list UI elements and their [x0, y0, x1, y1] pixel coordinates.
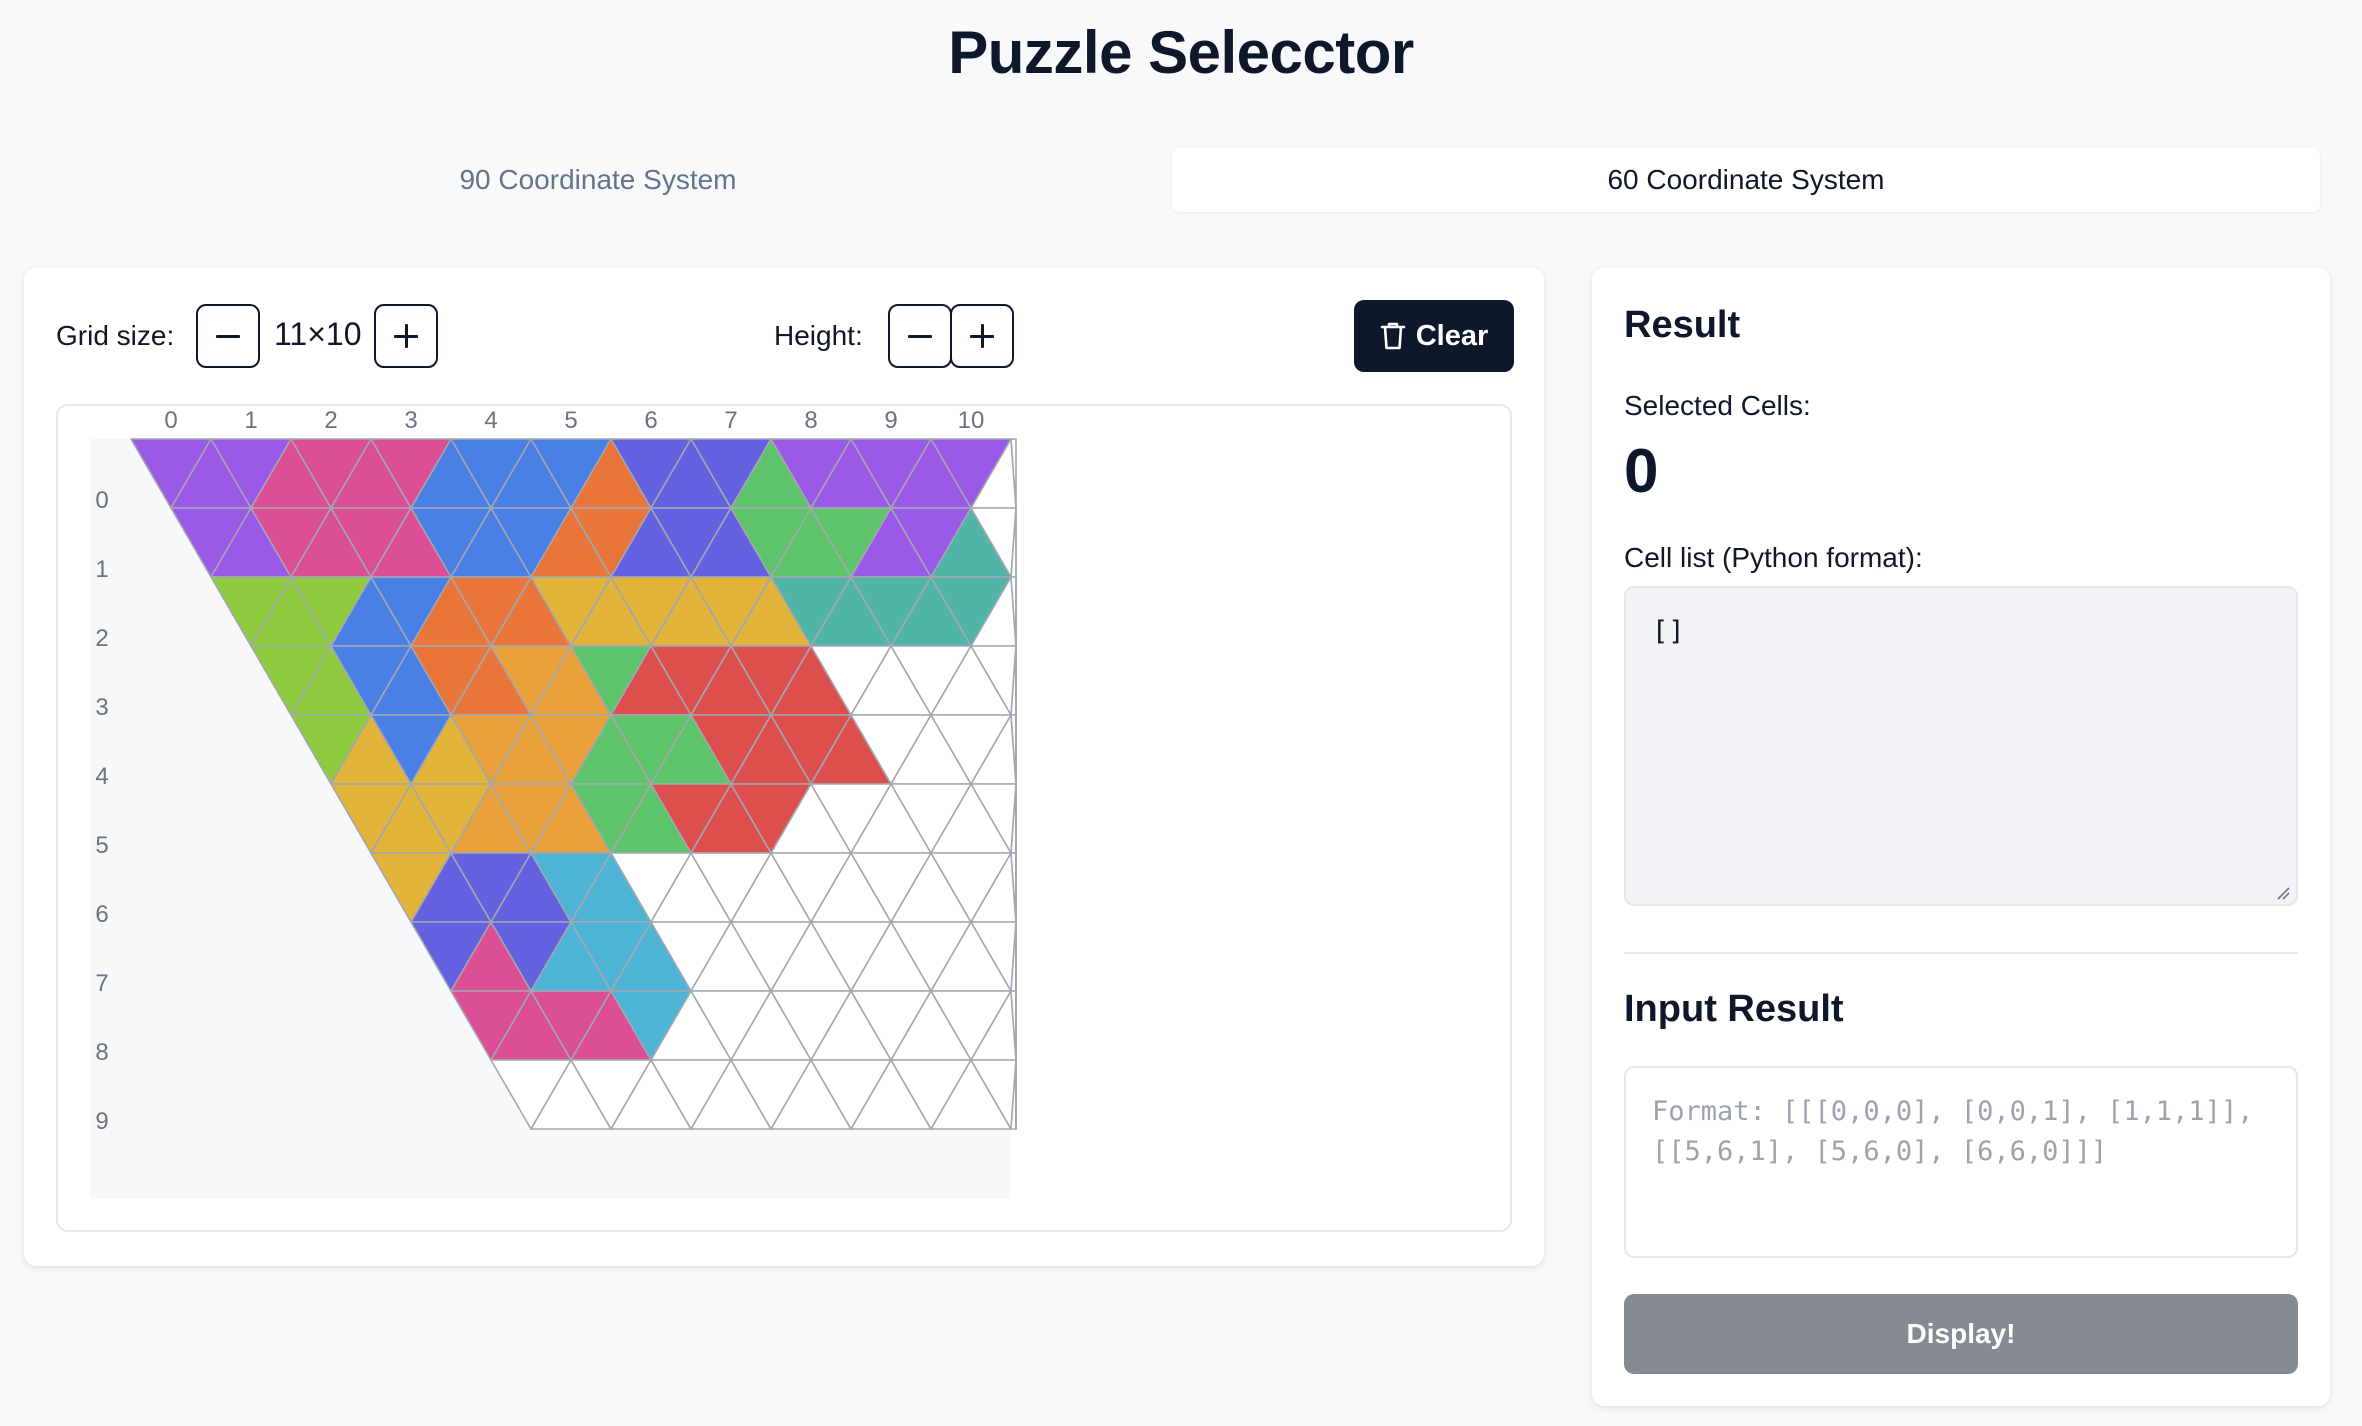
height-decrease-button[interactable] — [888, 304, 952, 368]
grid-size-value: 11×10 — [274, 316, 362, 352]
plus-icon — [970, 324, 994, 348]
page-title: Puzzle Selecctor — [948, 19, 1414, 86]
coordinate-tabs: 90 Coordinate System 60 Coordinate Syste… — [24, 148, 2320, 212]
display-button[interactable]: Display! — [1624, 1294, 2298, 1374]
column-label: 0 — [164, 407, 177, 434]
column-label: 1 — [244, 407, 257, 434]
row-label: 1 — [95, 556, 108, 583]
grid-size-label: Grid size: — [56, 320, 175, 351]
resize-handle-icon[interactable] — [2276, 886, 2290, 900]
column-label: 7 — [724, 407, 737, 434]
clear-label: Clear — [1415, 319, 1489, 352]
selected-cells-label: Selected Cells: — [1624, 390, 1811, 421]
row-label: 7 — [95, 970, 108, 997]
divider — [1624, 952, 2298, 954]
grid-size-decrease-button[interactable] — [196, 304, 260, 368]
cell-list-label: Cell list (Python format): — [1624, 542, 1923, 573]
row-label: 0 — [95, 487, 108, 514]
row-label: 4 — [95, 763, 108, 790]
row-label: 9 — [95, 1108, 108, 1135]
result-card: Result Selected Cells: 0 Cell list (Pyth… — [1592, 268, 2330, 1406]
minus-icon — [216, 334, 240, 338]
column-label: 8 — [804, 407, 817, 434]
row-label: 3 — [95, 694, 108, 721]
column-label: 4 — [484, 407, 497, 434]
plus-icon — [394, 324, 418, 348]
cell-list-output[interactable]: [] — [1624, 586, 2298, 906]
grid-editor-card: Grid size: 11×10 Height: Clear 0 1 2 3 4 5 6 7 8… — [24, 268, 1544, 1266]
tab-90-coordinate-system[interactable]: 90 Coordinate System — [24, 148, 1172, 212]
minus-icon — [908, 334, 932, 338]
column-label: 3 — [404, 407, 417, 434]
column-label: 2 — [324, 407, 337, 434]
column-label: 10 — [958, 407, 985, 434]
row-label: 5 — [95, 832, 108, 859]
clear-button[interactable]: Clear — [1354, 300, 1514, 372]
triangle-grid-panel: 0 1 2 3 4 5 6 7 8 9 10 0 1 2 3 4 5 6 7 8 9 — [56, 404, 1512, 1232]
column-label: 5 — [564, 407, 577, 434]
row-label: 8 — [95, 1039, 108, 1066]
triangle-grid[interactable]: 0 1 2 3 4 5 6 7 8 9 10 0 1 2 3 4 5 6 7 8 9 — [58, 406, 1512, 1232]
height-label: Height: — [774, 320, 863, 351]
result-heading: Result — [1624, 304, 1741, 346]
input-result-field[interactable] — [1624, 1066, 2298, 1258]
tab-60-coordinate-system[interactable]: 60 Coordinate System — [1172, 148, 2320, 212]
selected-cells-count: 0 — [1624, 437, 1659, 506]
column-label: 9 — [884, 407, 897, 434]
height-increase-button[interactable] — [950, 304, 1014, 368]
trash-icon — [1380, 322, 1406, 350]
input-result-heading: Input Result — [1624, 988, 1844, 1030]
row-label: 6 — [95, 901, 108, 928]
grid-size-increase-button[interactable] — [374, 304, 438, 368]
column-label: 6 — [644, 407, 657, 434]
row-label: 2 — [95, 625, 108, 652]
